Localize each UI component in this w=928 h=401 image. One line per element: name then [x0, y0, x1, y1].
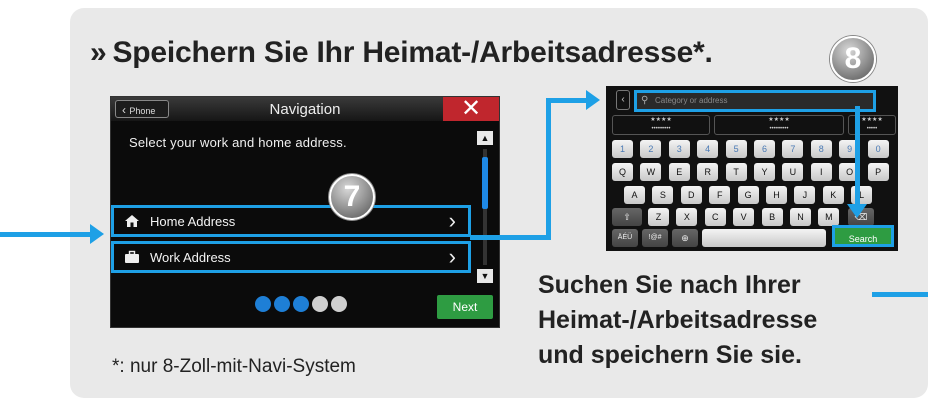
key-w[interactable]: W — [640, 163, 662, 181]
key-i[interactable]: I — [810, 163, 832, 181]
scroll-thumb[interactable] — [482, 157, 488, 209]
page-dot — [331, 296, 347, 312]
back-button[interactable]: ‹ — [616, 90, 630, 110]
home-icon — [125, 215, 139, 227]
chevron-icon: » — [90, 36, 107, 69]
connector-line — [546, 98, 588, 103]
key-d[interactable]: D — [680, 186, 702, 204]
page-dot — [312, 296, 328, 312]
left-arrow-line — [0, 232, 92, 237]
scrollbar[interactable]: ▲ ▼ — [477, 131, 493, 283]
key-n[interactable]: N — [790, 208, 811, 226]
close-icon: ✕ — [460, 95, 482, 122]
description-line: und speichern Sie sie. — [538, 341, 802, 369]
arrowhead-icon — [847, 204, 867, 218]
key-g[interactable]: G — [737, 186, 759, 204]
key-a[interactable]: A — [624, 186, 645, 204]
key-k[interactable]: K — [822, 186, 844, 204]
key-symbols[interactable]: !@# — [642, 229, 668, 247]
search-input[interactable]: ⚲ Category or address — [634, 90, 876, 112]
key-y[interactable]: Y — [754, 163, 775, 181]
key-c[interactable]: C — [704, 208, 726, 226]
arrowhead-icon — [586, 90, 600, 110]
footnote: *: nur 8-Zoll-mit-Navi-System — [112, 356, 356, 377]
nav-header: ‹ Phone Navigation ✕ — [111, 97, 499, 121]
key-6[interactable]: 6 — [754, 140, 775, 158]
key-r[interactable]: R — [697, 163, 719, 181]
description-line: Suchen Sie nach Ihrer — [538, 271, 801, 299]
key-j[interactable]: J — [794, 186, 816, 204]
page-indicator — [255, 296, 350, 317]
key-u[interactable]: U — [782, 163, 804, 181]
arrowhead-icon — [90, 224, 104, 244]
step-8-badge: 8 — [830, 36, 876, 82]
key-f[interactable]: F — [709, 186, 731, 204]
shift-icon[interactable]: ⇧ — [612, 208, 642, 226]
key-7[interactable]: 7 — [782, 140, 804, 158]
key-4[interactable]: 4 — [697, 140, 719, 158]
key-s[interactable]: S — [652, 186, 674, 204]
scroll-up-icon[interactable]: ▲ — [477, 131, 493, 145]
key-special-chars[interactable]: ÄÉÜ — [612, 229, 638, 247]
description: Suchen Sie nach Ihrer Heimat-/Arbeitsadr… — [538, 268, 918, 373]
key-p[interactable]: P — [867, 163, 889, 181]
scroll-down-icon[interactable]: ▼ — [477, 269, 493, 283]
page-title: » Speichern Sie Ihr Heimat-/Arbeitsadress… — [90, 36, 713, 70]
page-dot — [255, 296, 271, 312]
key-0[interactable]: 0 — [867, 140, 889, 158]
key-2[interactable]: 2 — [640, 140, 662, 158]
key-8[interactable]: 8 — [810, 140, 832, 158]
key-3[interactable]: 3 — [668, 140, 690, 158]
suggestion-slot[interactable]: ★★★★ ••••••••• — [612, 115, 710, 135]
key-h[interactable]: H — [766, 186, 787, 204]
connector-line — [546, 98, 551, 240]
instruction-text: Select your work and home address. — [129, 135, 347, 150]
connector-line — [855, 106, 860, 206]
key-t[interactable]: T — [725, 163, 747, 181]
key-e[interactable]: E — [668, 163, 690, 181]
home-address-item[interactable]: Home Address › — [111, 205, 471, 237]
search-placeholder: Category or address — [655, 96, 728, 105]
key-5[interactable]: 5 — [725, 140, 747, 158]
home-address-label: Home Address — [150, 214, 236, 229]
briefcase-icon — [125, 250, 139, 263]
step-7-badge: 7 — [329, 174, 375, 220]
space-key[interactable] — [702, 229, 826, 247]
search-button[interactable]: Search — [832, 225, 894, 247]
globe-icon[interactable]: ⊕ — [672, 229, 698, 247]
chevron-right-icon: › — [448, 244, 456, 269]
next-button[interactable]: Next — [437, 295, 493, 319]
search-icon: ⚲ — [641, 95, 649, 106]
title-text: Speichern Sie Ihr Heimat-/Arbeitsadresse… — [112, 36, 713, 69]
nav-title: Navigation — [269, 101, 341, 118]
connector-line — [470, 235, 550, 240]
key-b[interactable]: B — [761, 208, 783, 226]
key-z[interactable]: Z — [648, 208, 669, 226]
key-1[interactable]: 1 — [612, 140, 633, 158]
description-line: Heimat-/Arbeitsadresse — [538, 306, 818, 334]
chevron-right-icon: › — [448, 208, 456, 233]
key-m[interactable]: M — [818, 208, 840, 226]
work-address-label: Work Address — [150, 250, 231, 265]
key-x[interactable]: X — [676, 208, 698, 226]
page-dot — [274, 296, 290, 312]
page-dot — [293, 296, 309, 312]
close-button[interactable]: ✕ — [443, 97, 499, 121]
key-q[interactable]: Q — [612, 163, 633, 181]
suggestion-slot[interactable]: ★★★★ ••••••••• — [714, 115, 844, 135]
navigation-screen: ‹ Phone Navigation ✕ Select your work an… — [110, 96, 500, 328]
key-v[interactable]: V — [733, 208, 755, 226]
work-address-item[interactable]: Work Address › — [111, 241, 471, 273]
